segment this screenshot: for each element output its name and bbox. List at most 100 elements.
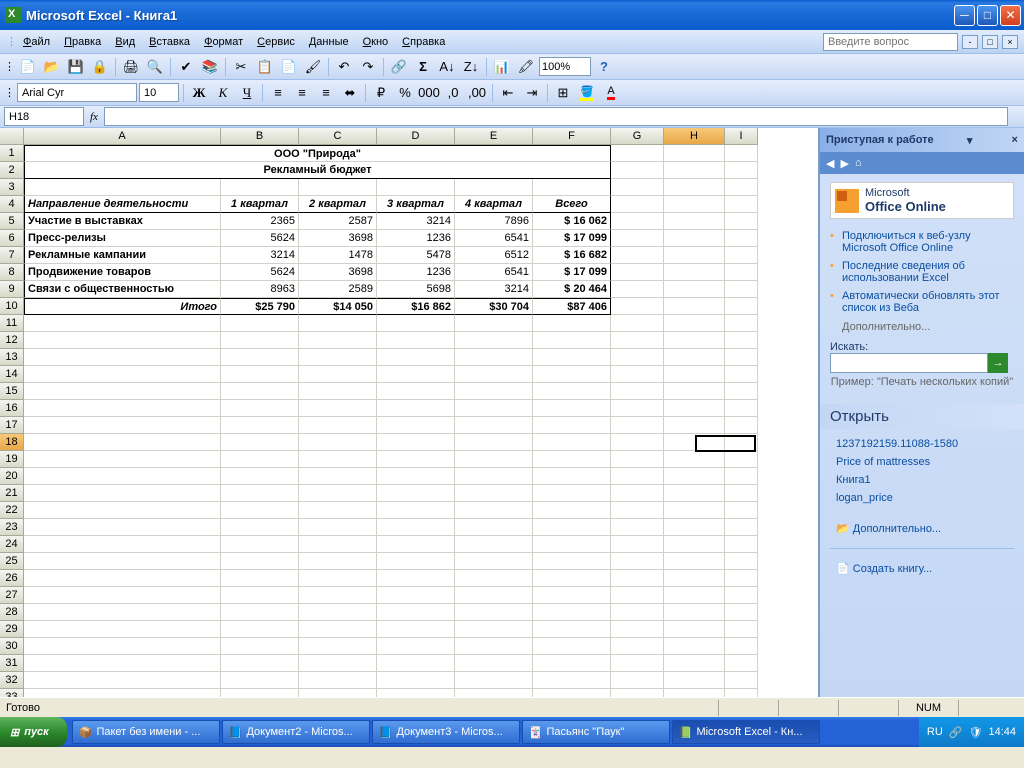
cell[interactable] [455, 502, 533, 519]
col-header[interactable]: H [664, 128, 725, 145]
cell[interactable] [299, 485, 377, 502]
row-header[interactable]: 16 [0, 400, 24, 417]
cell[interactable] [221, 366, 299, 383]
cell[interactable] [725, 264, 758, 281]
cell[interactable] [725, 553, 758, 570]
cell[interactable] [611, 638, 664, 655]
cell[interactable] [299, 536, 377, 553]
cell[interactable] [377, 417, 455, 434]
cell[interactable] [725, 349, 758, 366]
row-header[interactable]: 22 [0, 502, 24, 519]
cell[interactable] [664, 536, 725, 553]
fill-color-icon[interactable]: 🪣 [576, 82, 598, 104]
cell[interactable] [725, 638, 758, 655]
merge-center-icon[interactable]: ⬌ [339, 82, 361, 104]
row-header[interactable]: 21 [0, 485, 24, 502]
cell[interactable]: $ 16 062 [533, 213, 611, 230]
cell[interactable] [664, 162, 725, 179]
cell[interactable] [533, 400, 611, 417]
cell[interactable] [533, 604, 611, 621]
cell[interactable] [455, 672, 533, 689]
cell[interactable] [725, 502, 758, 519]
recent-file-link[interactable]: Price of mattresses [836, 453, 1008, 471]
cell[interactable] [533, 485, 611, 502]
menu-данные[interactable]: Данные [302, 33, 356, 51]
cell[interactable]: Направление деятельности [24, 196, 221, 213]
cell[interactable] [221, 400, 299, 417]
cell[interactable] [455, 689, 533, 697]
online-link[interactable]: Автоматически обновлять этот список из В… [830, 287, 1014, 317]
cell[interactable]: Итого [24, 298, 221, 315]
cell[interactable] [611, 349, 664, 366]
cell[interactable]: 7896 [455, 213, 533, 230]
cell[interactable] [611, 502, 664, 519]
cell[interactable] [664, 366, 725, 383]
cell[interactable] [664, 638, 725, 655]
cell[interactable] [299, 587, 377, 604]
cell[interactable] [221, 417, 299, 434]
taskbar-item[interactable]: 📗Microsoft Excel - Кн... [672, 720, 820, 744]
cell[interactable]: $ 17 099 [533, 264, 611, 281]
cell[interactable] [299, 451, 377, 468]
font-size-select[interactable] [139, 83, 179, 102]
cell[interactable]: Рекламный бюджет [24, 162, 611, 179]
row-header[interactable]: 7 [0, 247, 24, 264]
cell[interactable] [221, 570, 299, 587]
cell[interactable] [611, 383, 664, 400]
cell[interactable] [221, 621, 299, 638]
cell[interactable]: $14 050 [299, 298, 377, 315]
cell[interactable] [664, 332, 725, 349]
cell[interactable] [24, 638, 221, 655]
redo-icon[interactable]: ↷ [357, 56, 379, 78]
cell[interactable] [455, 383, 533, 400]
cell[interactable] [24, 468, 221, 485]
cell[interactable] [611, 468, 664, 485]
cell[interactable] [533, 621, 611, 638]
row-header[interactable]: 6 [0, 230, 24, 247]
cell[interactable] [611, 366, 664, 383]
row-header[interactable]: 27 [0, 587, 24, 604]
cell[interactable] [377, 604, 455, 621]
permission-icon[interactable]: 🔒 [89, 56, 111, 78]
cell[interactable] [221, 536, 299, 553]
cell[interactable] [611, 179, 664, 196]
row-header[interactable]: 23 [0, 519, 24, 536]
cell[interactable] [377, 553, 455, 570]
cell[interactable] [725, 587, 758, 604]
menu-справка[interactable]: Справка [395, 33, 452, 51]
cell[interactable] [299, 502, 377, 519]
cell[interactable] [455, 570, 533, 587]
mdi-restore-button[interactable]: □ [982, 35, 998, 49]
cell[interactable] [455, 655, 533, 672]
row-header[interactable]: 19 [0, 451, 24, 468]
recent-file-link[interactable]: 1237192159.11088-1580 [836, 435, 1008, 453]
lang-indicator[interactable]: RU [927, 726, 943, 738]
row-header[interactable]: 12 [0, 332, 24, 349]
help-icon[interactable]: ? [593, 56, 615, 78]
cell[interactable] [725, 536, 758, 553]
cell[interactable] [664, 417, 725, 434]
align-center-icon[interactable]: ≡ [291, 82, 313, 104]
cell[interactable] [377, 366, 455, 383]
cell[interactable] [221, 179, 299, 196]
cell[interactable] [533, 519, 611, 536]
cell[interactable] [611, 145, 664, 162]
comma-icon[interactable]: 000 [418, 82, 440, 104]
cell[interactable] [377, 485, 455, 502]
cell[interactable]: 8963 [221, 281, 299, 298]
cell[interactable] [664, 587, 725, 604]
cell[interactable] [611, 162, 664, 179]
help-search-input[interactable] [823, 33, 958, 51]
cell[interactable] [299, 366, 377, 383]
taskbar-item[interactable]: 📦Пакет без имени - ... [72, 720, 220, 744]
cell[interactable] [725, 451, 758, 468]
cell[interactable] [725, 213, 758, 230]
menu-файл[interactable]: Файл [16, 33, 57, 51]
cell[interactable] [611, 332, 664, 349]
cell[interactable]: $ 16 682 [533, 247, 611, 264]
cell[interactable] [664, 179, 725, 196]
cell[interactable] [221, 655, 299, 672]
cell[interactable] [664, 604, 725, 621]
cell[interactable] [377, 672, 455, 689]
search-input[interactable] [830, 353, 988, 373]
